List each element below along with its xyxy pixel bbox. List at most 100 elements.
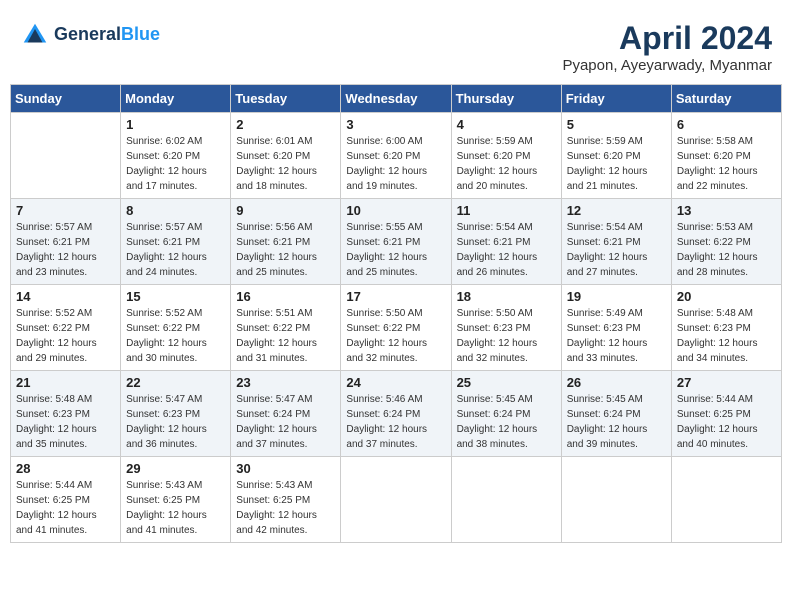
day-number: 29 — [126, 461, 225, 476]
calendar-body: 1 Sunrise: 6:02 AM Sunset: 6:20 PM Daylig… — [11, 113, 782, 543]
day-info: Sunrise: 5:47 AM Sunset: 6:23 PM Dayligh… — [126, 392, 225, 452]
day-info: Sunrise: 5:50 AM Sunset: 6:22 PM Dayligh… — [346, 306, 445, 366]
day-number: 16 — [236, 289, 335, 304]
calendar-cell: 8Sunrise: 5:57 AM Sunset: 6:21 PM Daylig… — [121, 199, 231, 285]
calendar-cell: 2 Sunrise: 6:01 AM Sunset: 6:20 PM Daylig… — [231, 113, 341, 199]
weekday-header-tuesday: Tuesday — [231, 85, 341, 113]
calendar-cell: 26 Sunrise: 5:45 AM Sunset: 6:24 PM Dayli… — [561, 371, 671, 457]
day-number: 10 — [346, 203, 445, 218]
day-info: Sunrise: 5:54 AM Sunset: 6:21 PM Dayligh… — [567, 220, 666, 280]
calendar-cell: 10Sunrise: 5:55 AM Sunset: 6:21 PM Dayli… — [341, 199, 451, 285]
day-info: Sunrise: 5:45 AM Sunset: 6:24 PM Dayligh… — [457, 392, 556, 452]
calendar-cell: 1 Sunrise: 6:02 AM Sunset: 6:20 PM Daylig… — [121, 113, 231, 199]
day-number: 5 — [567, 117, 666, 132]
day-info: Sunrise: 5:44 AM Sunset: 6:25 PM Dayligh… — [16, 478, 115, 538]
calendar-cell: 13 Sunrise: 5:53 AM Sunset: 6:22 PM Dayli… — [671, 199, 781, 285]
page-header: GeneralBlue April 2024 Pyapon, Ayeyarwad… — [10, 10, 782, 79]
day-number: 23 — [236, 375, 335, 390]
logo: GeneralBlue — [20, 20, 160, 50]
calendar-cell: 7Sunrise: 5:57 AM Sunset: 6:21 PM Daylig… — [11, 199, 121, 285]
calendar-cell: 23 Sunrise: 5:47 AM Sunset: 6:24 PM Dayli… — [231, 371, 341, 457]
day-info: Sunrise: 6:02 AM Sunset: 6:20 PM Dayligh… — [126, 134, 225, 194]
day-info: Sunrise: 5:50 AM Sunset: 6:23 PM Dayligh… — [457, 306, 556, 366]
day-number: 24 — [346, 375, 445, 390]
day-info: Sunrise: 5:49 AM Sunset: 6:23 PM Dayligh… — [567, 306, 666, 366]
calendar-cell: 30Sunrise: 5:43 AM Sunset: 6:25 PM Dayli… — [231, 457, 341, 543]
day-number: 7 — [16, 203, 115, 218]
weekday-header-sunday: Sunday — [11, 85, 121, 113]
calendar-week-row: 7Sunrise: 5:57 AM Sunset: 6:21 PM Daylig… — [11, 199, 782, 285]
day-number: 27 — [677, 375, 776, 390]
day-info: Sunrise: 5:51 AM Sunset: 6:22 PM Dayligh… — [236, 306, 335, 366]
day-info: Sunrise: 5:46 AM Sunset: 6:24 PM Dayligh… — [346, 392, 445, 452]
calendar-cell — [451, 457, 561, 543]
day-number: 11 — [457, 203, 556, 218]
location-subtitle: Pyapon, Ayeyarwady, Myanmar — [562, 57, 772, 74]
day-info: Sunrise: 5:43 AM Sunset: 6:25 PM Dayligh… — [236, 478, 335, 538]
calendar-cell: 3 Sunrise: 6:00 AM Sunset: 6:20 PM Daylig… — [341, 113, 451, 199]
month-title: April 2024 — [562, 20, 772, 57]
calendar-cell: 29 Sunrise: 5:43 AM Sunset: 6:25 PM Dayli… — [121, 457, 231, 543]
calendar-cell: 28Sunrise: 5:44 AM Sunset: 6:25 PM Dayli… — [11, 457, 121, 543]
day-number: 9 — [236, 203, 335, 218]
calendar-table: SundayMondayTuesdayWednesdayThursdayFrid… — [10, 84, 782, 543]
day-info: Sunrise: 5:53 AM Sunset: 6:22 PM Dayligh… — [677, 220, 776, 280]
weekday-header-thursday: Thursday — [451, 85, 561, 113]
day-number: 12 — [567, 203, 666, 218]
calendar-week-row: 1 Sunrise: 6:02 AM Sunset: 6:20 PM Daylig… — [11, 113, 782, 199]
day-info: Sunrise: 6:01 AM Sunset: 6:20 PM Dayligh… — [236, 134, 335, 194]
calendar-cell: 6Sunrise: 5:58 AM Sunset: 6:20 PM Daylig… — [671, 113, 781, 199]
calendar-week-row: 21 Sunrise: 5:48 AM Sunset: 6:23 PM Dayli… — [11, 371, 782, 457]
day-number: 21 — [16, 375, 115, 390]
calendar-cell: 21 Sunrise: 5:48 AM Sunset: 6:23 PM Dayli… — [11, 371, 121, 457]
calendar-week-row: 28Sunrise: 5:44 AM Sunset: 6:25 PM Dayli… — [11, 457, 782, 543]
logo-text: GeneralBlue — [54, 24, 160, 46]
calendar-cell: 11 Sunrise: 5:54 AM Sunset: 6:21 PM Dayli… — [451, 199, 561, 285]
day-number: 2 — [236, 117, 335, 132]
day-number: 14 — [16, 289, 115, 304]
weekday-header-saturday: Saturday — [671, 85, 781, 113]
calendar-cell: 25Sunrise: 5:45 AM Sunset: 6:24 PM Dayli… — [451, 371, 561, 457]
calendar-cell: 15 Sunrise: 5:52 AM Sunset: 6:22 PM Dayli… — [121, 285, 231, 371]
day-number: 26 — [567, 375, 666, 390]
calendar-week-row: 14 Sunrise: 5:52 AM Sunset: 6:22 PM Dayli… — [11, 285, 782, 371]
day-info: Sunrise: 5:44 AM Sunset: 6:25 PM Dayligh… — [677, 392, 776, 452]
calendar-cell — [11, 113, 121, 199]
calendar-cell: 16 Sunrise: 5:51 AM Sunset: 6:22 PM Dayli… — [231, 285, 341, 371]
calendar-cell: 20 Sunrise: 5:48 AM Sunset: 6:23 PM Dayli… — [671, 285, 781, 371]
day-info: Sunrise: 6:00 AM Sunset: 6:20 PM Dayligh… — [346, 134, 445, 194]
calendar-cell: 18Sunrise: 5:50 AM Sunset: 6:23 PM Dayli… — [451, 285, 561, 371]
day-info: Sunrise: 5:43 AM Sunset: 6:25 PM Dayligh… — [126, 478, 225, 538]
day-number: 20 — [677, 289, 776, 304]
logo-icon — [20, 20, 50, 50]
day-number: 6 — [677, 117, 776, 132]
day-number: 13 — [677, 203, 776, 218]
day-info: Sunrise: 5:45 AM Sunset: 6:24 PM Dayligh… — [567, 392, 666, 452]
day-number: 1 — [126, 117, 225, 132]
day-number: 17 — [346, 289, 445, 304]
day-info: Sunrise: 5:59 AM Sunset: 6:20 PM Dayligh… — [457, 134, 556, 194]
day-number: 3 — [346, 117, 445, 132]
day-number: 19 — [567, 289, 666, 304]
day-number: 4 — [457, 117, 556, 132]
weekday-header-monday: Monday — [121, 85, 231, 113]
title-block: April 2024 Pyapon, Ayeyarwady, Myanmar — [562, 20, 772, 74]
day-info: Sunrise: 5:48 AM Sunset: 6:23 PM Dayligh… — [16, 392, 115, 452]
day-info: Sunrise: 5:48 AM Sunset: 6:23 PM Dayligh… — [677, 306, 776, 366]
calendar-cell: 5 Sunrise: 5:59 AM Sunset: 6:20 PM Daylig… — [561, 113, 671, 199]
calendar-cell: 4 Sunrise: 5:59 AM Sunset: 6:20 PM Daylig… — [451, 113, 561, 199]
day-info: Sunrise: 5:59 AM Sunset: 6:20 PM Dayligh… — [567, 134, 666, 194]
calendar-cell: 22Sunrise: 5:47 AM Sunset: 6:23 PM Dayli… — [121, 371, 231, 457]
weekday-header-friday: Friday — [561, 85, 671, 113]
calendar-cell: 14 Sunrise: 5:52 AM Sunset: 6:22 PM Dayli… — [11, 285, 121, 371]
calendar-cell — [341, 457, 451, 543]
calendar-cell: 12 Sunrise: 5:54 AM Sunset: 6:21 PM Dayli… — [561, 199, 671, 285]
day-number: 8 — [126, 203, 225, 218]
day-info: Sunrise: 5:52 AM Sunset: 6:22 PM Dayligh… — [16, 306, 115, 366]
calendar-cell: 19 Sunrise: 5:49 AM Sunset: 6:23 PM Dayli… — [561, 285, 671, 371]
day-info: Sunrise: 5:52 AM Sunset: 6:22 PM Dayligh… — [126, 306, 225, 366]
day-number: 15 — [126, 289, 225, 304]
day-info: Sunrise: 5:54 AM Sunset: 6:21 PM Dayligh… — [457, 220, 556, 280]
day-info: Sunrise: 5:47 AM Sunset: 6:24 PM Dayligh… — [236, 392, 335, 452]
weekday-header-wednesday: Wednesday — [341, 85, 451, 113]
